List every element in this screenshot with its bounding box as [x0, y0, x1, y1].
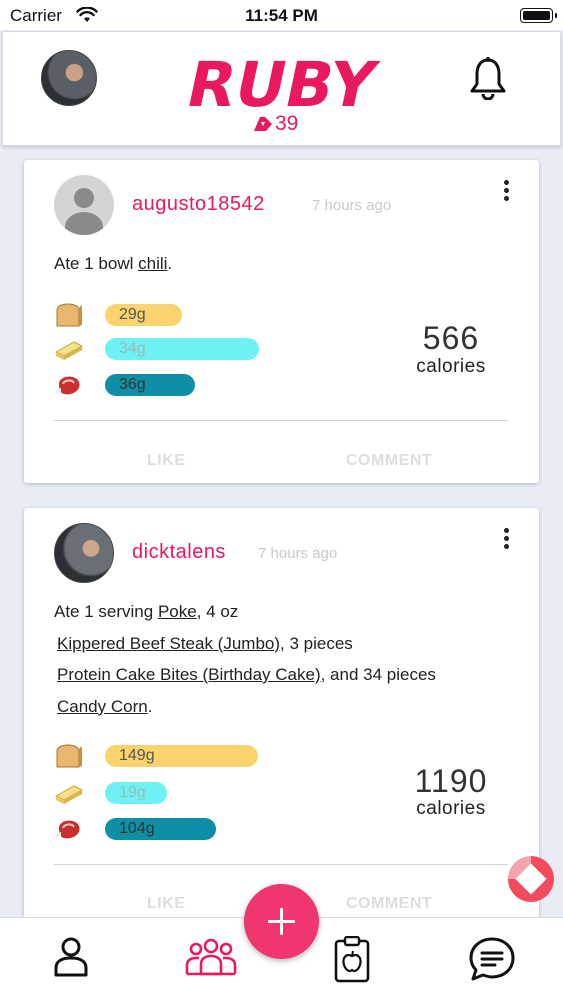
protein-bar: 104g — [105, 818, 216, 840]
description-text: , and 34 pieces — [320, 665, 436, 684]
avatar[interactable] — [54, 523, 114, 583]
fat-value: 19g — [119, 784, 146, 801]
fat-bar: 19g — [105, 782, 167, 804]
divider — [54, 420, 508, 421]
meal-description: Ate 1 serving Poke, 4 oz Kippered Beef S… — [54, 596, 436, 722]
description-line: Protein Cake Bites (Birthday Cake), and … — [54, 659, 436, 691]
food-link[interactable]: Candy Corn — [57, 697, 148, 716]
logo-text: RUBY — [181, 50, 384, 116]
description-line: Ate 1 serving Poke, 4 oz — [54, 596, 436, 628]
description-text: , 4 oz — [196, 602, 239, 621]
protein-bar: 36g — [105, 374, 195, 396]
add-button[interactable] — [244, 884, 319, 959]
like-button[interactable]: LIKE — [147, 895, 185, 913]
description-line: Kippered Beef Steak (Jumbo), 3 pieces — [54, 628, 436, 660]
bread-icon — [56, 744, 82, 768]
battery-icon — [520, 8, 557, 23]
protein-value: 36g — [119, 376, 146, 393]
clock: 11:54 PM — [245, 6, 318, 25]
feed-card: augusto18542 7 hours ago Ate 1 bowl chil… — [24, 160, 539, 483]
calorie-label: calories — [416, 356, 486, 377]
like-button[interactable]: LIKE — [147, 452, 185, 470]
protein-value: 104g — [119, 820, 155, 837]
description-text: . — [167, 254, 173, 273]
timestamp: 7 hours ago — [312, 197, 392, 214]
kebab-menu-icon[interactable] — [503, 180, 511, 204]
fat-value: 34g — [119, 340, 146, 357]
username[interactable]: augusto18542 — [132, 193, 265, 216]
description-text: Ate 1 bowl — [54, 254, 139, 273]
user-avatar[interactable] — [41, 50, 97, 106]
timestamp: 7 hours ago — [258, 545, 338, 562]
points-count: 39 — [275, 112, 299, 135]
divider — [54, 864, 508, 865]
meat-icon — [56, 820, 80, 839]
kebab-menu-icon[interactable] — [503, 528, 511, 552]
carbs-bar: 149g — [105, 745, 258, 767]
bread-icon — [56, 303, 82, 327]
description-line: Candy Corn. — [54, 691, 436, 723]
meat-icon — [56, 376, 80, 395]
app-header: RUBY 39 — [2, 31, 561, 146]
avatar[interactable] — [54, 175, 114, 235]
calorie-count: 1190 — [414, 763, 488, 799]
carbs-value: 29g — [119, 306, 146, 323]
profile-icon[interactable] — [52, 936, 90, 978]
status-bar: Carrier 11:54 PM — [0, 0, 563, 30]
ruby-logo: RUBY — [181, 50, 384, 116]
fat-bar: 34g — [105, 338, 259, 360]
points-icon — [254, 117, 272, 131]
butter-icon — [54, 341, 84, 360]
food-log-icon[interactable] — [333, 936, 371, 984]
carbs-value: 149g — [119, 747, 155, 764]
calorie-label: calories — [416, 798, 486, 819]
meal-description: Ate 1 bowl chili. — [54, 248, 172, 280]
food-link[interactable]: chili — [138, 254, 167, 273]
food-link[interactable]: Poke — [158, 602, 197, 621]
comment-button[interactable]: COMMENT — [346, 452, 432, 470]
chat-icon[interactable] — [468, 936, 516, 982]
food-link[interactable]: Protein Cake Bites (Birthday Cake) — [57, 665, 321, 684]
butter-icon — [54, 785, 84, 804]
pie-widget-icon[interactable] — [508, 856, 554, 902]
description-text: , 3 pieces — [280, 633, 353, 653]
food-link[interactable]: Kippered Beef Steak (Jumbo) — [57, 634, 280, 653]
description-text: . — [147, 696, 153, 716]
calorie-count: 566 — [422, 320, 480, 356]
comment-button[interactable]: COMMENT — [346, 895, 432, 913]
feed-card: dicktalens 7 hours ago Ate 1 serving Pok… — [24, 508, 539, 918]
bell-icon[interactable] — [469, 56, 507, 100]
carbs-bar: 29g — [105, 304, 182, 326]
description-text: Ate 1 serving — [54, 602, 158, 621]
friends-icon[interactable] — [185, 936, 237, 978]
username[interactable]: dicktalens — [132, 541, 226, 564]
